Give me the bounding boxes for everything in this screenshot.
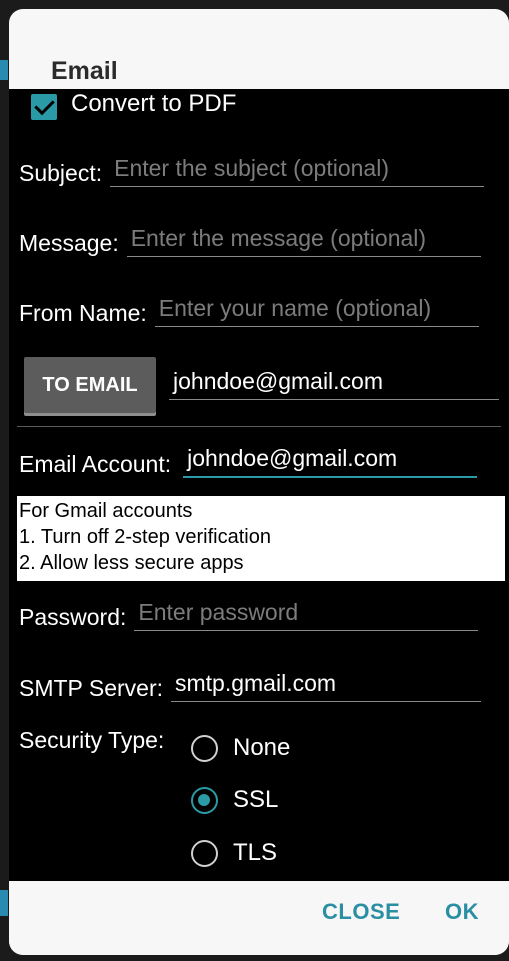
convert-pdf-label: Convert to PDF bbox=[71, 90, 237, 117]
dialog-header: Email bbox=[9, 9, 509, 89]
subject-input[interactable]: Enter the subject (optional) bbox=[110, 155, 485, 187]
close-button[interactable]: CLOSE bbox=[322, 899, 400, 925]
convert-pdf-checkbox[interactable]: Convert to PDF bbox=[9, 89, 309, 125]
checkbox-checked-icon[interactable] bbox=[31, 94, 57, 120]
radio-unselected-icon[interactable] bbox=[191, 840, 218, 867]
radio-option-none[interactable]: None bbox=[191, 732, 331, 768]
divider bbox=[17, 426, 501, 427]
dialog-content: Convert to PDF Subject: Enter the subjec… bbox=[9, 89, 509, 881]
message-input[interactable]: Enter the message (optional) bbox=[126, 225, 481, 257]
background-edge bbox=[0, 60, 8, 80]
background-edge bbox=[0, 890, 8, 916]
from-name-input[interactable]: Enter your name (optional) bbox=[154, 295, 479, 327]
info-line: 1. Turn off 2-step verification bbox=[19, 526, 271, 548]
radio-label-ssl: SSL bbox=[233, 786, 279, 813]
subject-label: Subject: bbox=[19, 160, 103, 186]
password-label: Password: bbox=[19, 604, 127, 630]
radio-label-tls: TLS bbox=[233, 839, 278, 866]
info-line: For Gmail accounts bbox=[19, 500, 193, 522]
password-input[interactable]: Enter password bbox=[134, 599, 479, 631]
smtp-server-label: SMTP Server: bbox=[19, 675, 163, 701]
radio-option-ssl[interactable]: SSL bbox=[191, 784, 331, 820]
to-email-input[interactable]: johndoe@gmail.com bbox=[169, 368, 499, 400]
security-type-label: Security Type: bbox=[19, 727, 165, 753]
radio-selected-icon[interactable] bbox=[191, 787, 218, 814]
email-account-label: Email Account: bbox=[19, 451, 172, 477]
info-line: 2. Allow less secure apps bbox=[19, 552, 244, 574]
from-name-label: From Name: bbox=[19, 300, 147, 326]
smtp-server-input[interactable]: smtp.gmail.com bbox=[171, 670, 481, 702]
radio-option-tls[interactable]: TLS bbox=[191, 837, 331, 873]
dialog-footer: CLOSE OK bbox=[9, 881, 509, 955]
message-label: Message: bbox=[19, 230, 119, 256]
email-account-input[interactable]: johndoe@gmail.com bbox=[183, 445, 478, 478]
ok-button[interactable]: OK bbox=[445, 899, 479, 925]
email-dialog: Email Convert to PDF Subject: Enter the … bbox=[9, 9, 509, 955]
dialog-title: Email bbox=[51, 57, 118, 85]
to-email-button[interactable]: TO EMAIL bbox=[24, 357, 156, 413]
gmail-info-box: For Gmail accounts 1. Turn off 2-step ve… bbox=[17, 496, 505, 581]
radio-label-none: None bbox=[233, 734, 291, 761]
radio-unselected-icon[interactable] bbox=[191, 735, 218, 762]
